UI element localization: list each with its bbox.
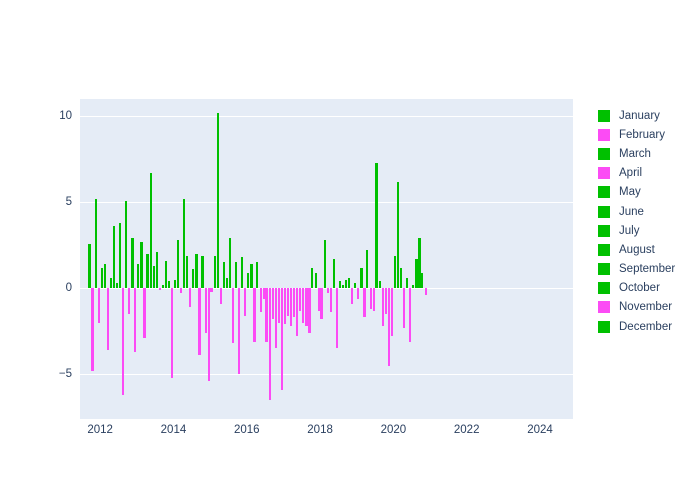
legend-item-july[interactable]: July	[598, 221, 675, 240]
legend-swatch-icon	[598, 186, 610, 199]
legend-item-february[interactable]: February	[598, 125, 675, 144]
legend-label: December	[619, 320, 673, 333]
legend-label: March	[619, 147, 651, 160]
x-tick-label: 2016	[233, 424, 260, 436]
x-tick-label: 2012	[87, 424, 113, 436]
legend-label: June	[619, 205, 644, 218]
legend-item-april[interactable]: April	[598, 164, 675, 183]
legend-swatch-icon	[598, 128, 610, 141]
legend-item-september[interactable]: September	[598, 260, 675, 279]
legend-label: November	[619, 301, 673, 314]
legend-swatch-icon	[598, 224, 610, 237]
legend-swatch-icon	[598, 243, 610, 256]
chart-legend: January February March April May June July Augu…	[598, 106, 675, 336]
chart-figure: 10 5 0 −5 2012 2014 2016 2018 2020 2022 2024 Janu…	[0, 0, 700, 500]
legend-label: May	[619, 186, 641, 199]
x-tick-label: 2018	[307, 424, 333, 436]
legend-swatch-icon	[598, 109, 610, 122]
legend-item-june[interactable]: June	[598, 202, 675, 221]
x-tick-label: 2020	[380, 424, 407, 436]
legend-label: July	[619, 224, 640, 237]
legend-item-october[interactable]: October	[598, 279, 675, 298]
legend-swatch-icon	[598, 320, 610, 333]
legend-label: January	[619, 109, 660, 122]
legend-swatch-icon	[598, 301, 610, 314]
legend-swatch-icon	[598, 263, 610, 276]
legend-swatch-icon	[598, 167, 610, 180]
x-tick-label: 2022	[453, 424, 480, 436]
x-tick-label: 2024	[527, 424, 553, 436]
x-axis-ticks: 2012 2014 2016 2018 2020 2022 2024	[0, 0, 700, 500]
legend-swatch-icon	[598, 282, 610, 295]
legend-item-november[interactable]: November	[598, 298, 675, 317]
legend-label: September	[619, 263, 676, 276]
legend-swatch-icon	[598, 147, 610, 160]
legend-item-may[interactable]: May	[598, 183, 675, 202]
legend-item-december[interactable]: December	[598, 317, 675, 336]
x-tick-label: 2014	[160, 424, 187, 436]
legend-item-march[interactable]: March	[598, 144, 675, 163]
legend-label: August	[619, 243, 655, 256]
legend-item-august[interactable]: August	[598, 240, 675, 259]
legend-label: February	[619, 128, 666, 141]
legend-item-january[interactable]: January	[598, 106, 675, 125]
legend-swatch-icon	[598, 205, 610, 218]
legend-label: October	[619, 282, 660, 295]
legend-label: April	[619, 167, 643, 180]
